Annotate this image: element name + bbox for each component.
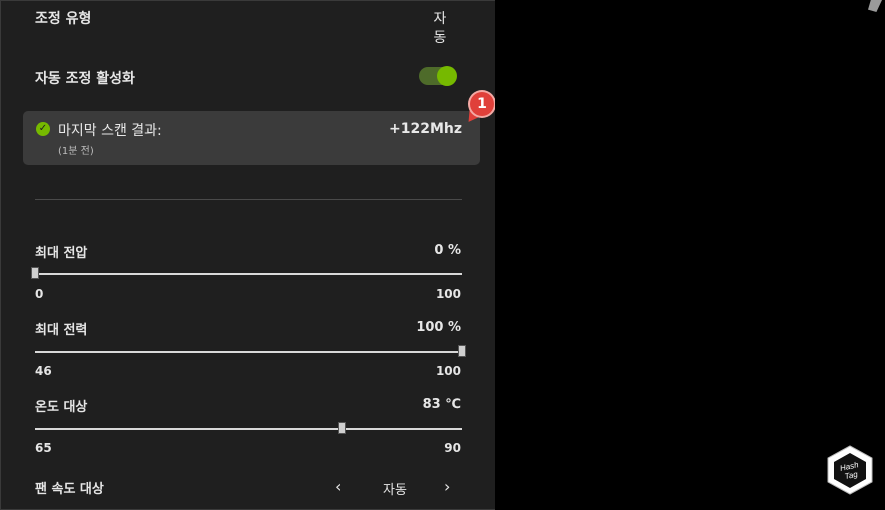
chevron-right-icon[interactable]: › [444, 477, 450, 496]
temp-target-thumb[interactable] [338, 422, 347, 434]
annotation-badge: 1 [470, 92, 494, 116]
max-voltage-label: 최대 전압 [35, 246, 88, 261]
temp-target-slider[interactable] [35, 422, 462, 434]
temp-target-label: 온도 대상 [35, 400, 88, 415]
max-power-slider[interactable] [35, 345, 466, 357]
hashtag-logo: Hash Tag [827, 445, 873, 495]
temp-target-value: 83 ℃ [422, 397, 461, 412]
last-scan-card: ✓ 마지막 스캔 결과: (1분 전) +122Mhz [23, 111, 480, 165]
max-voltage-thumb[interactable] [31, 267, 39, 279]
max-voltage-slider[interactable] [31, 267, 462, 279]
check-circle-icon: ✓ [36, 122, 50, 136]
max-power-max: 100 [435, 364, 461, 378]
chevron-left-icon[interactable]: ‹ [335, 477, 341, 496]
auto-tuning-toggle[interactable] [419, 66, 457, 86]
scan-result-value: +122Mhz [388, 121, 462, 137]
toggle-knob [437, 66, 457, 86]
auto-tuning-label: 자동 조정 활성화 [35, 71, 135, 87]
fan-speed-value: 자동 [383, 483, 407, 498]
divider [35, 199, 462, 200]
fan-speed-label: 팬 속도 대상 [35, 482, 104, 497]
max-power-thumb[interactable] [458, 345, 466, 357]
gpu-tuning-panel: 조정 유형 자동 자동 조정 활성화 ✓ 마지막 스캔 결과: (1분 전) +… [0, 0, 495, 510]
max-power-label: 최대 전력 [35, 323, 88, 338]
scan-time: (1분 전) [58, 146, 94, 157]
scan-title: 마지막 스캔 결과: [58, 123, 162, 139]
tuning-type-label: 조정 유형 [35, 11, 92, 27]
max-voltage-value: 0 % [434, 243, 461, 258]
max-power-min: 46 [35, 364, 52, 378]
temp-target-max: 90 [444, 441, 461, 455]
tuning-type-value[interactable]: 자동 [429, 10, 451, 48]
temp-target-min: 65 [35, 441, 52, 455]
max-voltage-max: 100 [435, 287, 461, 301]
max-voltage-min: 0 [35, 287, 44, 301]
max-power-value: 100 % [416, 320, 461, 335]
empty-area [495, 0, 885, 510]
